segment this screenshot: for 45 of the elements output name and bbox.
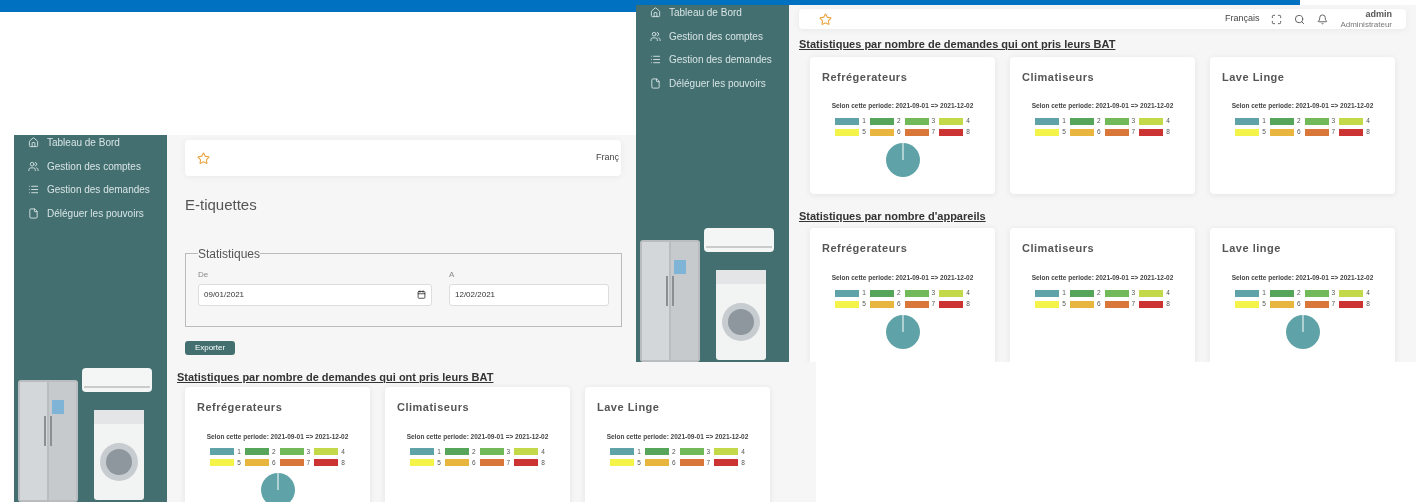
- sidebar-item[interactable]: Gestion des comptes: [47, 158, 141, 174]
- section-title: Statistiques par nombre de demandes qui ont pris leurs BAT: [177, 369, 495, 385]
- section-title: Statistiques par nombre de demandes qui ont pris leurs BAT: [799, 37, 1117, 53]
- sidebar-item-icon: [28, 137, 39, 149]
- fullscreen-icon[interactable]: [1271, 13, 1283, 25]
- sidebar-item[interactable]: Tableau de Bord: [47, 135, 120, 151]
- field-label: De: [198, 268, 209, 281]
- sidebar-item[interactable]: Déléguer les pouvoirs: [47, 205, 144, 221]
- sidebar-item-icon: [650, 77, 661, 89]
- card-title: Climatiseurs: [1022, 69, 1095, 85]
- card-title: Refrégerateurs: [822, 241, 908, 257]
- card-title: Lave linge: [1222, 241, 1281, 257]
- card-title: Lave Linge: [597, 400, 660, 415]
- language-selector[interactable]: Français: [1224, 12, 1260, 26]
- card-title: Climatiseurs: [397, 400, 470, 415]
- star-icon[interactable]: [819, 12, 832, 26]
- user-role: Administrateur: [1340, 19, 1392, 30]
- sidebar-item[interactable]: Tableau de Bord: [669, 5, 742, 21]
- sidebar-item-icon: [28, 184, 39, 196]
- date-field[interactable]: 09/01/2021: [198, 283, 432, 306]
- section-title: Statistiques par nombre d'appareils: [799, 208, 987, 224]
- field-label: A: [449, 268, 455, 281]
- card-title: Refrégerateurs: [822, 69, 908, 85]
- sidebar-item[interactable]: Déléguer les pouvoirs: [669, 75, 766, 91]
- sidebar-item-icon: [650, 30, 661, 42]
- card-title: Climatiseurs: [1022, 241, 1095, 257]
- sidebar-item-icon: [28, 207, 39, 219]
- calendar-icon[interactable]: [417, 290, 426, 299]
- fieldset-legend: Statistiques: [198, 244, 261, 263]
- sidebar-item-icon: [650, 54, 661, 66]
- date-field[interactable]: 12/02/2021: [449, 283, 609, 306]
- star-icon[interactable]: [197, 151, 210, 165]
- sidebar-item-icon: [28, 160, 39, 172]
- search-icon[interactable]: [1294, 13, 1306, 25]
- card-title: Lave Linge: [1222, 69, 1285, 85]
- bell-icon[interactable]: [1317, 13, 1329, 25]
- sidebar-item[interactable]: Gestion des demandes: [47, 182, 150, 198]
- user-name[interactable]: admin: [1365, 9, 1392, 20]
- card-title: Refrégerateurs: [197, 400, 283, 415]
- language-selector[interactable]: Franç: [596, 151, 619, 165]
- sidebar-item[interactable]: Gestion des demandes: [669, 52, 772, 68]
- export-button[interactable]: Exporter: [185, 340, 235, 355]
- sidebar-item-icon: [650, 7, 661, 19]
- page-title: E-tiquettes: [185, 195, 257, 215]
- sidebar-item[interactable]: Gestion des comptes: [669, 28, 763, 44]
